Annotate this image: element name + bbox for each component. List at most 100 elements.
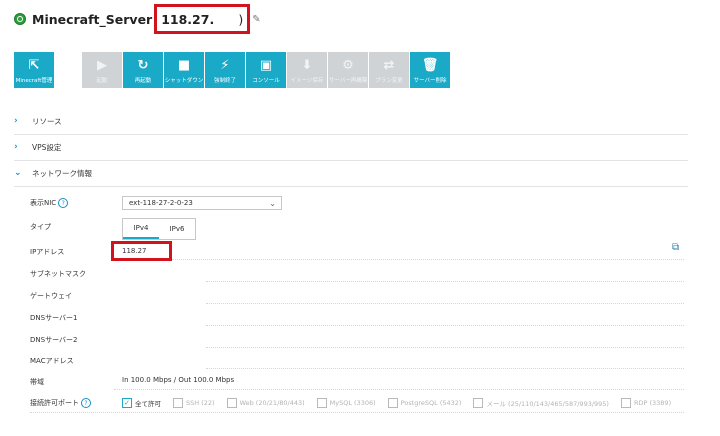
nic-select[interactable]: ext-118-27-2-0-23 ⌄	[122, 196, 282, 210]
copy-icon[interactable]: ⧉	[672, 242, 679, 253]
row-gateway: ゲートウェイ	[30, 291, 684, 304]
port-option[interactable]: メール (25/110/143/465/587/993/995)	[473, 398, 609, 408]
mac-label: MACアドレス	[30, 357, 74, 365]
stop-icon: ■	[177, 57, 191, 73]
toolbar-button-label: サーバー削除	[413, 77, 447, 84]
divider	[206, 303, 684, 304]
toolbar-button-6: ⬇ イメージ保存	[287, 52, 327, 88]
toolbar-button-0[interactable]: ⇱ Minecraft管理	[14, 52, 54, 88]
edit-name-icon[interactable]: ✎	[252, 14, 260, 25]
toolbar-button-label: プラン変更	[375, 77, 403, 84]
port-option[interactable]: PostgreSQL (5432)	[387, 398, 462, 408]
row-dns1: DNSサーバー1	[30, 313, 684, 326]
nic-label: 表示NIC	[30, 199, 57, 207]
chevron-right-icon: ›	[14, 142, 18, 152]
tab-ipv4[interactable]: IPv4	[123, 219, 159, 239]
toolbar-button-4[interactable]: ⚡ 強制終了	[205, 52, 245, 88]
divider	[30, 412, 684, 413]
chevron-down-icon: ⌄	[14, 168, 22, 178]
toolbar-button-8: ⇄ プラン変更	[369, 52, 409, 88]
ip-address-value: 118.27	[111, 241, 172, 261]
toolbar-button-label: サーバー再構築	[328, 77, 368, 84]
console-icon: ▣	[259, 57, 273, 73]
chevron-right-icon: ›	[14, 116, 18, 126]
port-option[interactable]: Web (20/21/80/443)	[226, 398, 305, 408]
toolbar-button-label: コンソール	[252, 77, 280, 84]
row-subnet: サブネットマスク	[30, 269, 684, 282]
action-toolbar: ⇱ Minecraft管理 ▶ 起動 ↻ 再起動 ■ シャットダウン ⚡ 強制終了 ▣ コンソール ⬇ イ…	[14, 52, 451, 88]
ip-address-label: IPアドレス	[30, 248, 65, 256]
port-option[interactable]: ✓ 全て許可	[122, 398, 161, 408]
dns2-label: DNSサーバー2	[30, 336, 78, 344]
toolbar-button-3[interactable]: ■ シャットダウン	[164, 52, 204, 88]
section-label: VPS設定	[32, 142, 62, 152]
server-ip-highlight: 118.27. )	[154, 4, 251, 34]
port-label: メール (25/110/143/465/587/993/995)	[486, 400, 609, 408]
section-label: リソース	[32, 116, 62, 126]
type-label: タイプ	[30, 223, 51, 231]
toolbar-button-7: ⚙ サーバー再構築	[328, 52, 368, 88]
port-label: Web (20/21/80/443)	[239, 399, 305, 407]
plug-icon: ⚡	[220, 57, 230, 73]
toolbar-button-label: イメージ保存	[290, 77, 324, 84]
gateway-label: ゲートウェイ	[30, 292, 72, 300]
port-checkbox[interactable]: ✓	[122, 398, 132, 408]
swap-icon: ⇄	[383, 57, 395, 73]
restart-icon: ↻	[137, 57, 149, 73]
toolbar-button-label: シャットダウン	[164, 77, 204, 84]
port-label: PostgreSQL (5432)	[400, 399, 462, 407]
port-checkbox[interactable]	[473, 398, 484, 408]
divider	[206, 347, 684, 348]
toolbar-button-label: 再起動	[134, 77, 152, 84]
dns1-label: DNSサーバー1	[30, 314, 78, 322]
port-label: MySQL (3306)	[329, 399, 376, 407]
ip-type-tabs: IPv4 IPv6	[122, 218, 196, 240]
help-icon[interactable]: ?	[58, 198, 69, 208]
divider	[206, 281, 684, 282]
divider	[206, 368, 684, 369]
server-name: Minecraft_Server	[32, 11, 153, 27]
row-mac: MACアドレス	[30, 356, 684, 369]
toolbar-button-2[interactable]: ↻ 再起動	[123, 52, 163, 88]
port-checkbox[interactable]	[316, 398, 327, 408]
tab-ipv6[interactable]: IPv6	[159, 219, 195, 239]
section-resource[interactable]: › リソース	[14, 108, 688, 135]
port-label: 全て許可	[135, 400, 161, 408]
trash-icon: 🗑	[421, 57, 439, 73]
section-vps-settings[interactable]: › VPS設定	[14, 134, 688, 161]
toolbar-button-label: 強制終了	[213, 77, 236, 84]
chevron-down-icon: ⌄	[269, 198, 276, 208]
section-network-info[interactable]: ⌄ ネットワーク情報	[14, 160, 688, 187]
toolbar-button-5[interactable]: ▣ コンソール	[246, 52, 286, 88]
bandwidth-label: 帯域	[30, 378, 44, 386]
divider	[206, 325, 684, 326]
divider	[172, 259, 684, 260]
nic-select-value: ext-118-27-2-0-23	[129, 199, 193, 207]
toolbar-button-label: 起動	[96, 77, 108, 84]
subnet-label: サブネットマスク	[30, 270, 86, 278]
port-checkbox[interactable]	[620, 398, 631, 408]
port-checkbox[interactable]	[173, 398, 183, 408]
port-checkbox-group: ✓ 全て許可 SSH (22) Web (20/21/80/443) MySQL (33…	[122, 398, 683, 408]
port-option[interactable]: RDP (3389)	[620, 398, 672, 408]
port-checkbox[interactable]	[226, 398, 237, 408]
server-ip-prefix: 118.27.	[161, 11, 215, 27]
toolbar-button-9[interactable]: 🗑 サーバー削除	[410, 52, 450, 88]
divider	[114, 389, 684, 390]
ports-label: 接続許可ポート	[30, 399, 79, 407]
port-option[interactable]: MySQL (3306)	[316, 398, 376, 408]
port-checkbox[interactable]	[387, 398, 398, 408]
help-icon[interactable]: ?	[81, 398, 91, 408]
server-title-row: Minecraft_Server 118.27. ) ✎	[14, 4, 261, 34]
section-label: ネットワーク情報	[32, 168, 92, 178]
port-option[interactable]: SSH (22)	[173, 398, 215, 408]
rebuild-icon: ⚙	[342, 57, 354, 73]
port-label: RDP (3389)	[633, 399, 672, 407]
image-save-icon: ⬇	[301, 57, 313, 73]
toolbar-button-label: Minecraft管理	[15, 77, 53, 84]
bandwidth-value: In 100.0 Mbps / Out 100.0 Mbps	[122, 376, 235, 384]
port-label: SSH (22)	[186, 399, 215, 407]
server-ip-suffix: )	[238, 11, 244, 27]
toolbar-button-1: ▶ 起動	[82, 52, 122, 88]
row-dns2: DNSサーバー2	[30, 335, 684, 348]
